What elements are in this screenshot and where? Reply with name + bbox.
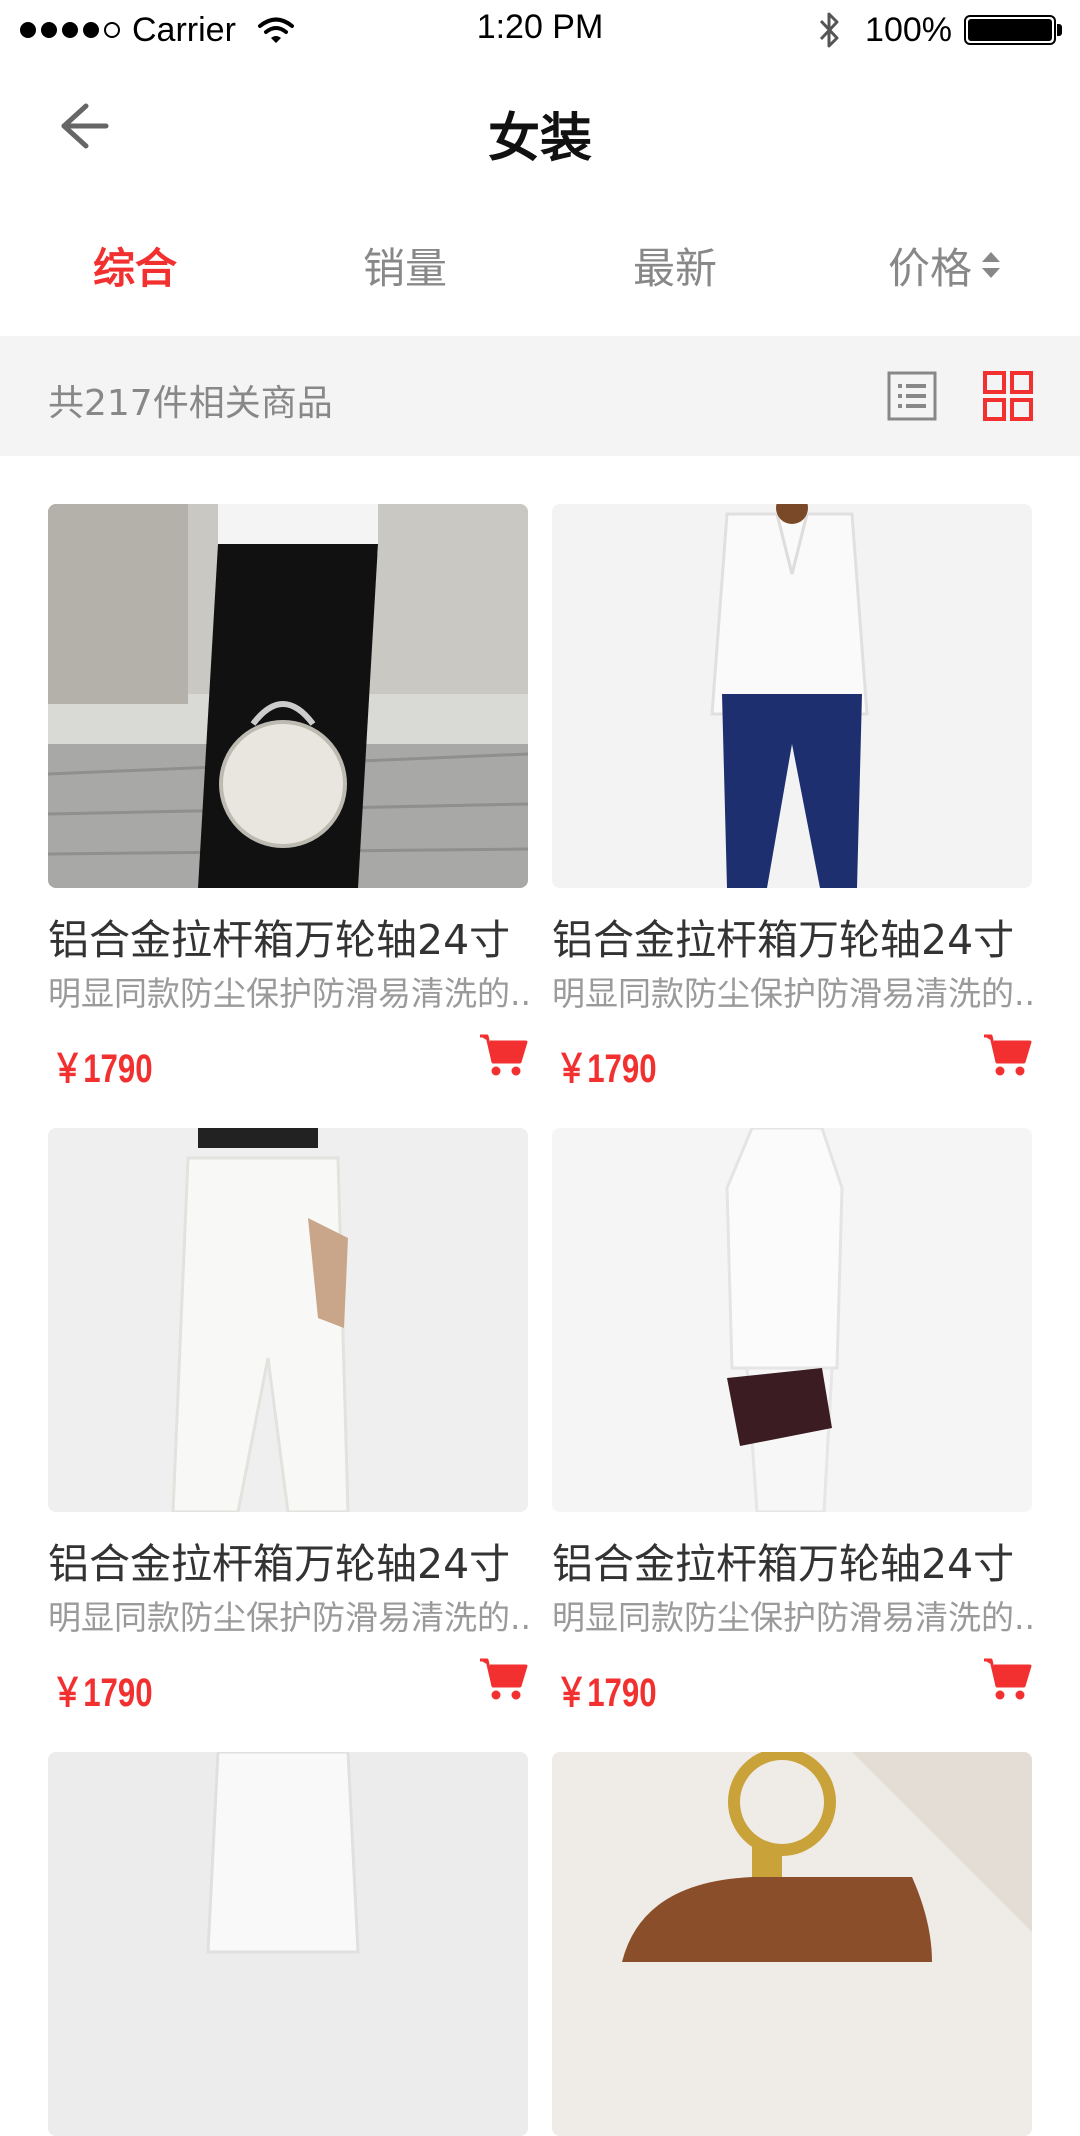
product-price: ￥1790 [52, 1047, 153, 1091]
grid-view-icon[interactable] [982, 370, 1034, 422]
tab-comprehensive[interactable]: 综合 [0, 200, 270, 330]
product-title: 铝合金拉杆箱万轮轴24寸 [48, 1540, 511, 1588]
product-card[interactable] [48, 1752, 528, 2136]
product-title: 铝合金拉杆箱万轮轴24寸 [552, 1540, 1015, 1588]
product-title: 铝合金拉杆箱万轮轴24寸 [552, 916, 1015, 964]
cart-icon[interactable] [478, 1656, 528, 1702]
product-card[interactable]: 铝合金拉杆箱万轮轴24寸 明显同款防尘保护防滑易清洗的.. ￥1790 [552, 1128, 1032, 1715]
product-desc: 明显同款防尘保护防滑易清洗的.. [48, 974, 528, 1013]
product-image[interactable] [48, 504, 528, 888]
product-desc: 明显同款防尘保护防滑易清洗的.. [552, 974, 1032, 1013]
cart-icon[interactable] [982, 1656, 1032, 1702]
tab-label: 销量 [362, 243, 447, 293]
product-title: 铝合金拉杆箱万轮轴24寸 [48, 916, 511, 964]
product-image[interactable] [48, 1752, 528, 2136]
product-image[interactable] [552, 1752, 1032, 2136]
product-card[interactable]: 铝合金拉杆箱万轮轴24寸 明显同款防尘保护防滑易清洗的.. ￥1790 [48, 1128, 528, 1715]
product-card[interactable]: 铝合金拉杆箱万轮轴24寸 明显同款防尘保护防滑易清洗的.. ￥1790 [48, 504, 528, 1091]
nav-bar: 女装 [0, 60, 1080, 190]
status-bar: Carrier 1:20 PM 100% [0, 0, 1080, 60]
product-desc: 明显同款防尘保护防滑易清洗的.. [552, 1598, 1032, 1637]
product-price: ￥1790 [52, 1671, 153, 1715]
cart-icon[interactable] [982, 1032, 1032, 1078]
product-price: ￥1790 [556, 1671, 657, 1715]
page-title: 女装 [487, 109, 592, 169]
tab-label: 综合 [92, 243, 177, 293]
tab-label: 最新 [632, 243, 717, 293]
product-image[interactable] [48, 1128, 528, 1512]
battery-icon [964, 15, 1064, 45]
product-card[interactable]: 铝合金拉杆箱万轮轴24寸 明显同款防尘保护防滑易清洗的.. ￥1790 [552, 504, 1032, 1091]
sort-tabs: 综合 销量 最新 价格 [0, 200, 1080, 330]
cart-icon[interactable] [478, 1032, 528, 1078]
tab-newest[interactable]: 最新 [540, 200, 810, 330]
bluetooth-icon [819, 12, 839, 48]
result-count: 共217件相关商品 [48, 383, 333, 424]
list-view-icon[interactable] [886, 370, 938, 422]
battery-percent: 100% [865, 10, 952, 49]
product-desc: 明显同款防尘保护防滑易清洗的.. [48, 1598, 528, 1637]
result-strip: 共217件相关商品 [0, 336, 1080, 456]
tab-price[interactable]: 价格 [810, 200, 1080, 330]
tab-label: 价格 [887, 243, 972, 293]
tab-sales[interactable]: 销量 [270, 200, 540, 330]
product-price: ￥1790 [556, 1047, 657, 1091]
product-image[interactable] [552, 1128, 1032, 1512]
product-image[interactable] [552, 504, 1032, 888]
sort-updown-icon [982, 252, 1000, 278]
product-card[interactable] [552, 1752, 1032, 2136]
